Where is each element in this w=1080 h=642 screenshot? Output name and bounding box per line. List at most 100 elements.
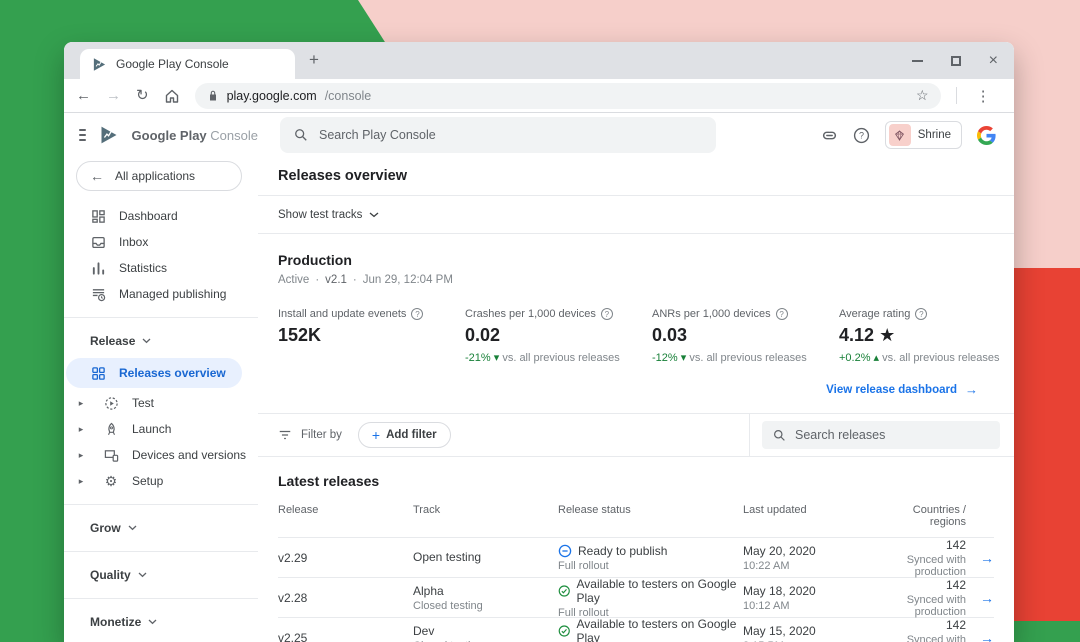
back-arrow-icon: ←	[90, 168, 104, 184]
status-text: Ready to publish	[578, 544, 667, 558]
link-icon[interactable]	[821, 127, 838, 144]
sidebar-divider	[64, 317, 258, 318]
updated-date: May 15, 2020	[743, 624, 883, 638]
sidebar-item-test[interactable]: ▸ Test	[64, 390, 258, 416]
sidebar-item-launch[interactable]: ▸ Launch	[64, 416, 258, 442]
gear-icon: ⚙	[103, 474, 119, 488]
track-name: Open testing	[413, 550, 558, 564]
app-selector-chip[interactable]: Shrine	[885, 121, 962, 149]
help-icon[interactable]: ?	[915, 308, 927, 320]
available-check-icon	[558, 624, 571, 638]
filter-by-label: Filter by	[301, 429, 342, 441]
page-title: Releases overview	[258, 157, 1014, 195]
maximize-button[interactable]	[951, 56, 961, 66]
console-search-bar[interactable]	[280, 117, 716, 153]
track-name: Dev	[413, 624, 558, 638]
plus-icon: +	[372, 427, 380, 443]
main-content: Releases overview Show test tracks Produ…	[258, 157, 1014, 642]
add-filter-button[interactable]: + Add filter	[358, 422, 451, 448]
sidebar-section-quality[interactable]: Quality	[64, 562, 258, 588]
search-releases-input[interactable]	[795, 428, 989, 442]
browser-menu-icon[interactable]: ⋮	[972, 87, 995, 105]
countries-sub: Synced with production	[883, 594, 966, 618]
tab-title: Google Play Console	[116, 57, 229, 71]
help-icon[interactable]: ?	[601, 308, 613, 320]
production-meta: Active · v2.1 · Jun 29, 12:04 PM	[278, 274, 994, 286]
console-search-input[interactable]	[319, 128, 702, 142]
sidebar-section-release[interactable]: Release	[64, 328, 258, 354]
all-applications-label: All applications	[115, 169, 195, 183]
launch-icon	[103, 422, 119, 437]
production-title: Production	[278, 252, 994, 268]
all-applications-button[interactable]: ← All applications	[76, 161, 242, 191]
expand-arrow-icon: ▸	[72, 398, 90, 409]
expand-arrow-icon: ▸	[72, 476, 90, 487]
release-version: v2.28	[278, 591, 413, 605]
new-tab-button[interactable]: +	[309, 51, 319, 70]
open-release-arrow-icon[interactable]: →	[980, 550, 994, 566]
url-bar[interactable]: play.google.com/console ☆	[195, 83, 941, 109]
updated-date: May 18, 2020	[743, 584, 883, 598]
url-path: /console	[325, 89, 372, 103]
open-release-arrow-icon[interactable]: →	[980, 590, 994, 606]
browser-window: Google Play Console + × ← → ↻ play.googl…	[64, 42, 1014, 642]
sidebar-item-dashboard[interactable]: Dashboard	[64, 203, 258, 229]
play-console-logo-icon	[99, 125, 119, 145]
managed-publishing-icon	[90, 287, 106, 302]
minimize-button[interactable]	[912, 60, 923, 62]
column-last-updated: Last updated	[743, 504, 883, 528]
sidebar-divider	[64, 504, 258, 505]
expand-arrow-icon: ▸	[72, 450, 90, 461]
chevron-down-icon	[138, 572, 147, 578]
sidebar-item-inbox[interactable]: Inbox	[64, 229, 258, 255]
show-test-tracks-toggle[interactable]: Show test tracks	[258, 196, 1014, 233]
home-icon[interactable]	[164, 88, 180, 104]
sidebar-item-releases-overview[interactable]: Releases overview	[66, 358, 242, 388]
search-releases-field[interactable]	[762, 421, 1000, 449]
table-row[interactable]: v2.29 Open testing Ready to publish Full…	[278, 537, 994, 577]
updated-time: 10:22 AM	[743, 560, 883, 572]
sidebar-item-managed-publishing[interactable]: Managed publishing	[64, 281, 258, 307]
sidebar-divider	[64, 551, 258, 552]
track-sub: Closed testing	[413, 600, 558, 612]
table-row[interactable]: v2.28 Alpha Closed testing Available to …	[278, 577, 994, 617]
metric-crashes: Crashes per 1,000 devices? 0.02 -21% ▾ v…	[465, 308, 652, 364]
status-text: Available to testers on Google Play	[577, 617, 744, 642]
sidebar-section-monetize[interactable]: Monetize	[64, 609, 258, 635]
metrics-row: Install and update evenets? 152K Crashes…	[278, 308, 994, 364]
column-track: Track	[413, 504, 558, 528]
hamburger-menu-icon[interactable]	[79, 129, 86, 141]
help-icon[interactable]: ?	[776, 308, 788, 320]
inbox-icon	[90, 235, 106, 250]
latest-releases-section: Latest releases Release Track Release st…	[258, 457, 1014, 642]
sidebar-item-setup[interactable]: ▸ ⚙ Setup	[64, 468, 258, 494]
arrow-right-icon: →	[965, 382, 978, 397]
star-icon: ★	[879, 325, 895, 345]
forward-icon[interactable]: →	[106, 88, 121, 103]
releases-overview-icon	[90, 366, 106, 381]
sidebar-divider	[64, 598, 258, 599]
browser-tab-bar: Google Play Console + ×	[64, 42, 1014, 79]
open-release-arrow-icon[interactable]: →	[980, 630, 994, 642]
column-countries: Countries / regions	[883, 504, 966, 528]
filter-bar: Filter by + Add filter	[258, 414, 1014, 456]
updated-time: 10:12 AM	[743, 600, 883, 612]
sidebar-item-statistics[interactable]: Statistics	[64, 255, 258, 281]
google-account-icon[interactable]	[977, 126, 996, 145]
production-section: Production Active · v2.1 · Jun 29, 12:04…	[258, 234, 1014, 413]
status-text: Available to testers on Google Play	[577, 577, 744, 605]
bookmark-star-icon[interactable]: ☆	[916, 87, 929, 104]
help-icon[interactable]: ?	[853, 127, 870, 144]
url-host: play.google.com	[227, 89, 317, 103]
view-release-dashboard-link[interactable]: View release dashboard	[826, 384, 957, 396]
sidebar-section-grow[interactable]: Grow	[64, 515, 258, 541]
svg-text:?: ?	[859, 130, 864, 140]
sidebar-item-devices-and-versions[interactable]: ▸ Devices and versions	[64, 442, 258, 468]
reload-icon[interactable]: ↻	[136, 88, 149, 103]
status-sub: Full rollout	[558, 560, 743, 572]
browser-tab[interactable]: Google Play Console	[80, 49, 295, 79]
close-button[interactable]: ×	[989, 53, 998, 69]
back-icon[interactable]: ←	[76, 88, 91, 103]
ready-to-publish-icon	[558, 544, 572, 558]
help-icon[interactable]: ?	[411, 308, 423, 320]
